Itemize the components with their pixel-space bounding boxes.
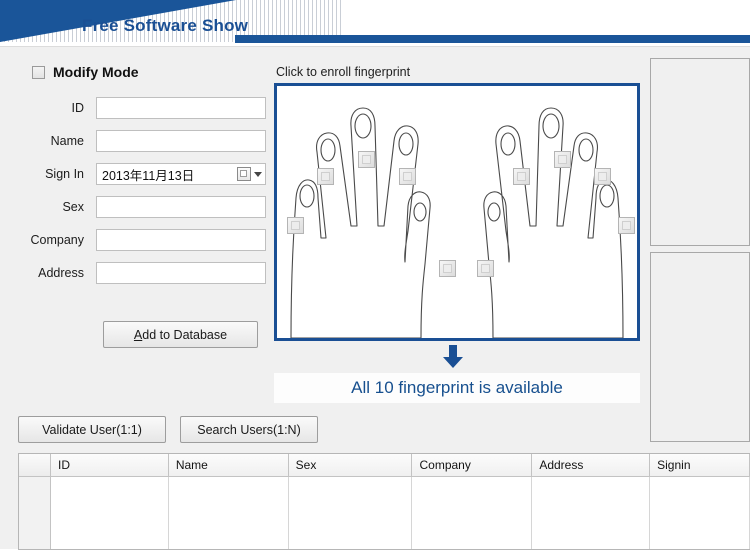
form-row-signin: Sign In 2013年11月13日 bbox=[18, 163, 266, 185]
table-column-name[interactable]: Name bbox=[168, 454, 289, 476]
company-field[interactable] bbox=[96, 229, 266, 251]
table-column-address[interactable]: Address bbox=[532, 454, 651, 476]
label-address: Address bbox=[38, 266, 84, 280]
sex-field[interactable] bbox=[96, 196, 266, 218]
table-cell-address[interactable] bbox=[532, 477, 651, 549]
label-name: Name bbox=[50, 134, 84, 148]
table-column-signin[interactable]: Signin bbox=[650, 454, 750, 476]
form-row-id: ID bbox=[18, 97, 266, 119]
fingerprint-preview-panel-bottom bbox=[650, 252, 750, 442]
add-button-mnemonic: A bbox=[133, 327, 143, 342]
user-form: ID Name Sign In 2013年11月13日 Sex Company … bbox=[18, 97, 266, 295]
label-company: Company bbox=[30, 233, 85, 247]
down-arrow-icon bbox=[443, 345, 463, 368]
label-id: ID bbox=[71, 101, 85, 115]
form-row-sex: Sex bbox=[18, 196, 266, 218]
table-body bbox=[19, 477, 750, 549]
modify-mode-checkbox[interactable]: Modify Mode bbox=[32, 64, 139, 80]
fingerprint-slot-right-pinky[interactable] bbox=[618, 217, 635, 234]
fingerprint-slot-right-index[interactable] bbox=[513, 168, 530, 185]
hands-diagram bbox=[290, 107, 624, 338]
checkbox-icon[interactable] bbox=[32, 65, 45, 79]
validate-user-button[interactable]: Validate User(1:1) bbox=[18, 416, 166, 443]
table-header-row: ID Name Sex Company Address Signin bbox=[19, 454, 750, 477]
app-body: Modify Mode ID Name Sign In 2013年11月13日 … bbox=[0, 46, 750, 550]
address-field[interactable] bbox=[96, 262, 266, 284]
users-table[interactable]: ID Name Sex Company Address Signin bbox=[18, 453, 750, 550]
form-row-company: Company bbox=[18, 229, 266, 251]
app-banner: Free Software Show bbox=[0, 0, 750, 46]
table-select-all-corner[interactable] bbox=[19, 454, 51, 476]
add-to-database-button[interactable]: Add to Database bbox=[103, 321, 258, 348]
fingerprint-slot-right-middle[interactable] bbox=[554, 151, 571, 168]
label-sex: Sex bbox=[62, 200, 84, 214]
id-field[interactable] bbox=[96, 97, 266, 119]
table-cell-name[interactable] bbox=[168, 477, 289, 549]
table-cell-sex[interactable] bbox=[288, 477, 413, 549]
fingerprint-slot-right-thumb[interactable] bbox=[477, 260, 494, 277]
table-row-selector[interactable] bbox=[19, 477, 51, 549]
fingerprint-slot-left-pinky[interactable] bbox=[287, 217, 304, 234]
calendar-icon[interactable] bbox=[237, 167, 251, 181]
page-title: Free Software Show bbox=[82, 16, 249, 35]
search-users-button[interactable]: Search Users(1:N) bbox=[180, 416, 318, 443]
fingerprint-slot-left-ring[interactable] bbox=[317, 168, 334, 185]
form-row-name: Name bbox=[18, 130, 266, 152]
table-cell-company[interactable] bbox=[412, 477, 533, 549]
chevron-down-icon[interactable] bbox=[254, 171, 262, 177]
label-sign-in: Sign In bbox=[45, 167, 84, 181]
sign-in-date-value: 2013年11月13日 bbox=[102, 168, 195, 183]
enroll-hint-label: Click to enroll fingerprint bbox=[276, 65, 411, 79]
status-banner: All 10 fingerprint is available bbox=[274, 373, 640, 403]
sign-in-date-picker[interactable]: 2013年11月13日 bbox=[96, 163, 266, 185]
table-cell-signin[interactable] bbox=[650, 477, 750, 549]
table-cell-id[interactable] bbox=[51, 477, 169, 549]
fingerprint-preview-panel-top bbox=[650, 58, 750, 246]
table-column-company[interactable]: Company bbox=[412, 454, 533, 476]
name-field[interactable] bbox=[96, 130, 266, 152]
fingerprint-slot-left-middle[interactable] bbox=[358, 151, 375, 168]
form-row-address: Address bbox=[18, 262, 266, 284]
fingerprint-enroll-panel[interactable] bbox=[274, 83, 640, 341]
add-button-label: dd to Database bbox=[142, 327, 228, 342]
status-message: All 10 fingerprint is available bbox=[351, 378, 563, 397]
modify-mode-label: Modify Mode bbox=[53, 64, 139, 80]
fingerprint-slot-right-ring[interactable] bbox=[594, 168, 611, 185]
fingerprint-slot-left-thumb[interactable] bbox=[439, 260, 456, 277]
table-column-id[interactable]: ID bbox=[51, 454, 169, 476]
fingerprint-slot-left-index[interactable] bbox=[399, 168, 416, 185]
table-column-sex[interactable]: Sex bbox=[288, 454, 413, 476]
banner-accent-bar bbox=[235, 35, 750, 43]
